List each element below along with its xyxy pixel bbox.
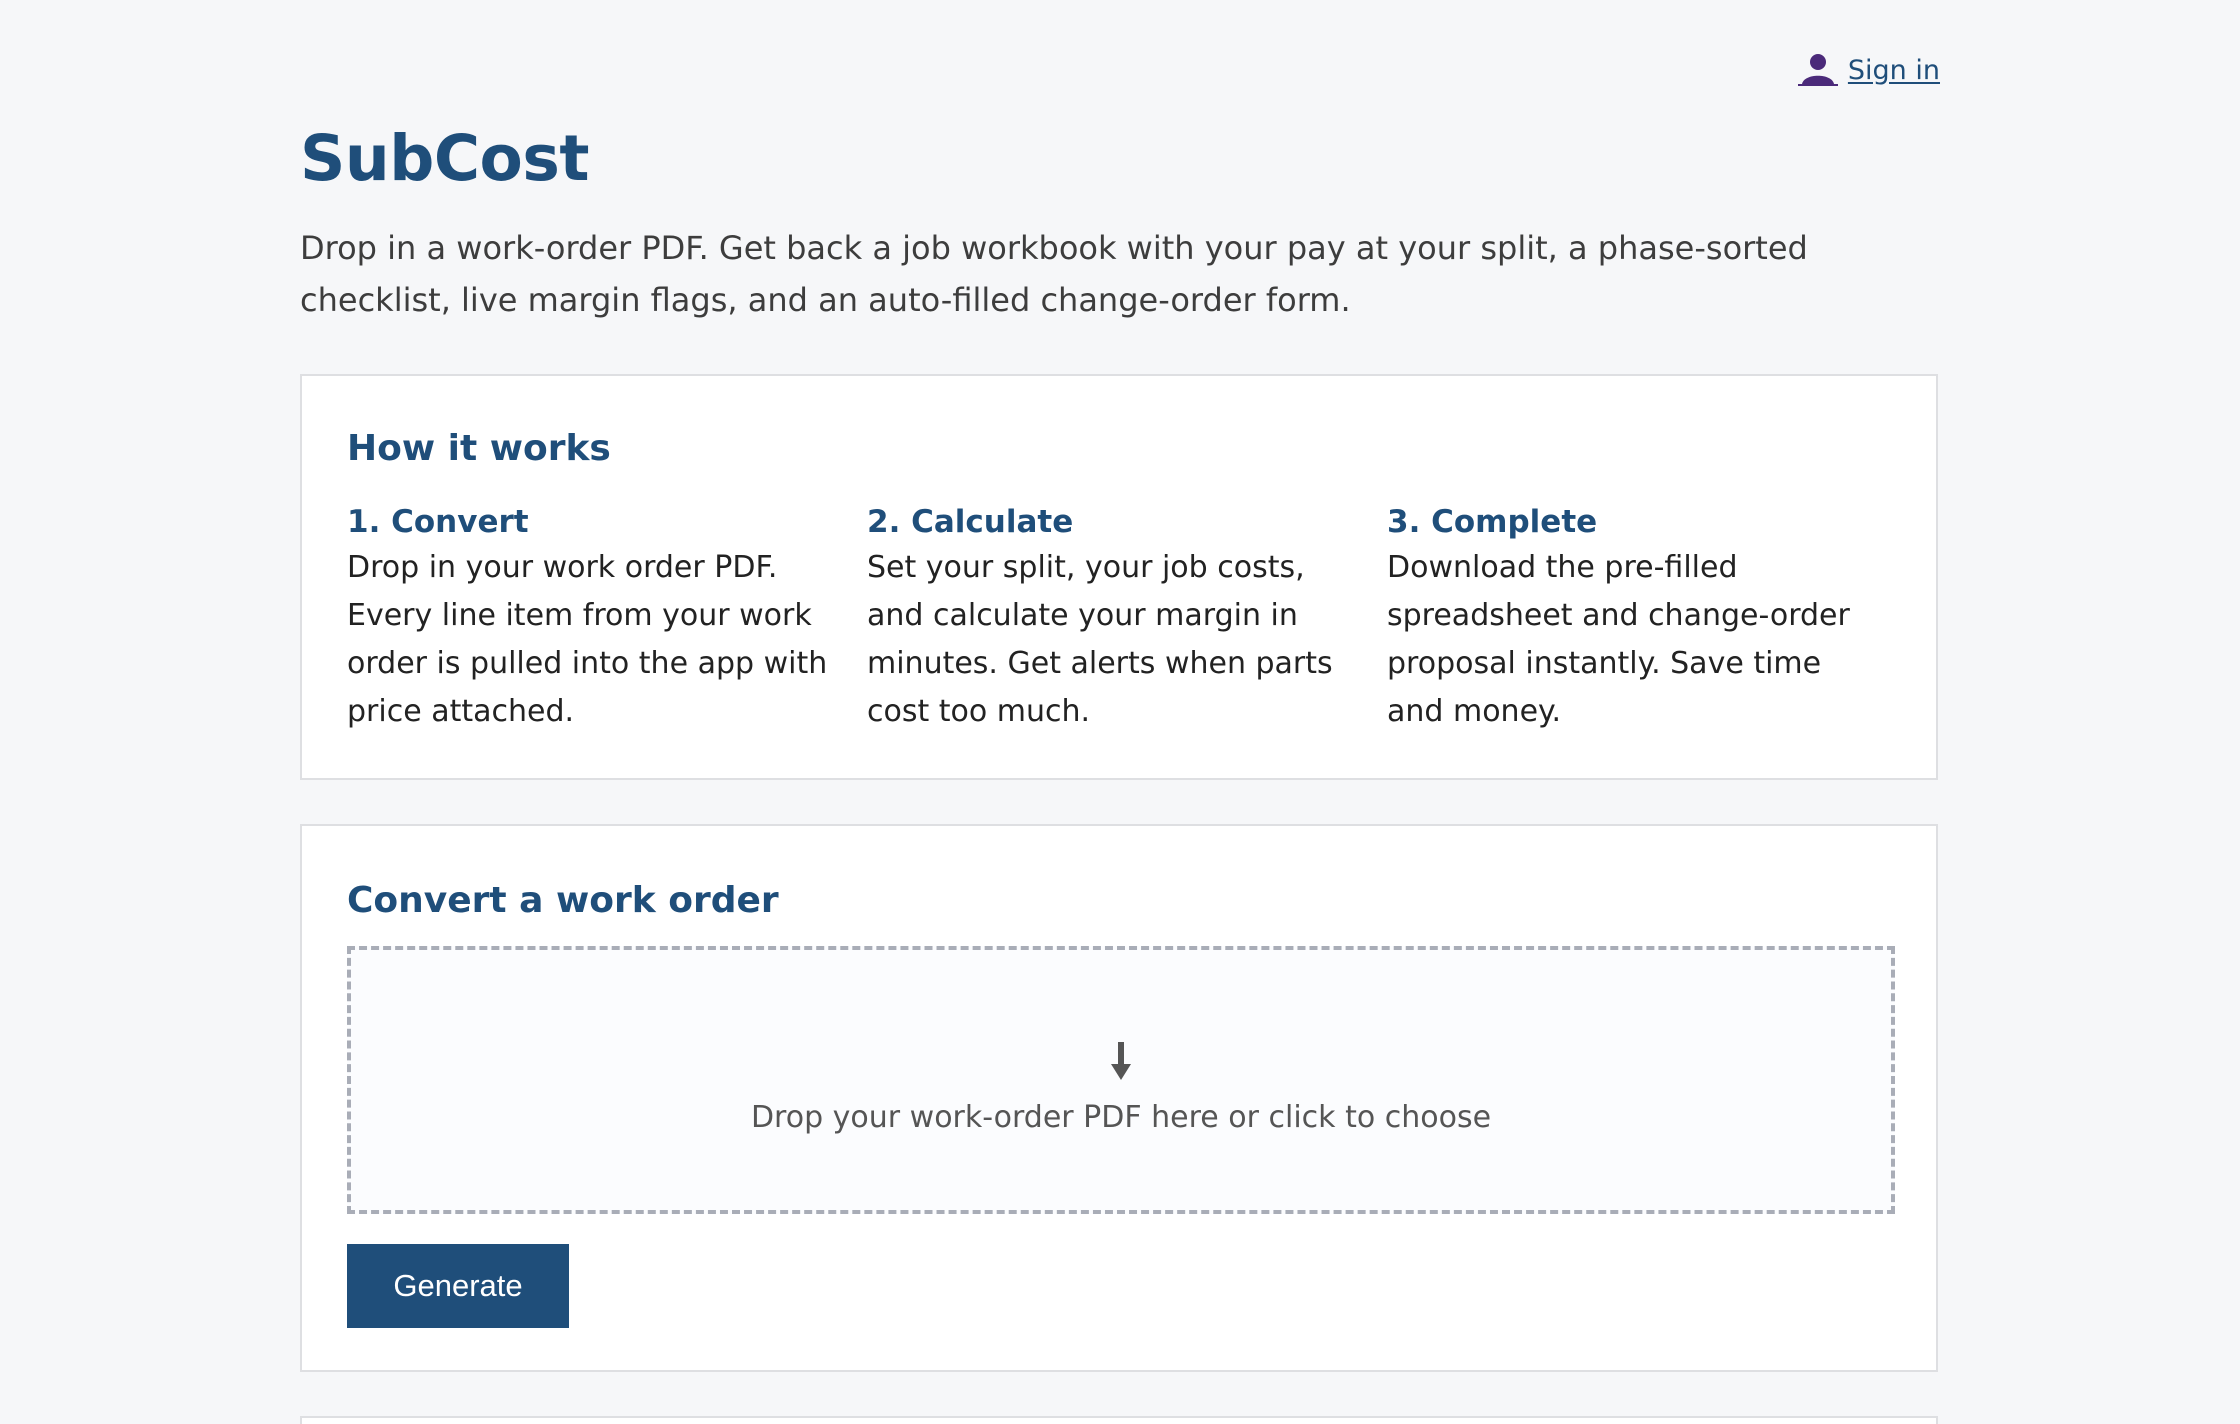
step-text: Drop in your work order PDF. Every line … <box>347 550 828 729</box>
how-it-works-heading: How it works <box>347 428 611 469</box>
step-text: Set your split, your job costs, and calc… <box>867 550 1333 729</box>
step-title: 1. Convert <box>347 504 529 540</box>
step-title: 3. Complete <box>1387 504 1598 540</box>
app-tagline: Drop in a work-order PDF. Get back a job… <box>300 229 1808 319</box>
user-icon <box>1794 52 1842 88</box>
page: Sign in SubCost Drop in a work-order PDF… <box>0 0 2240 1424</box>
convert-heading: Convert a work order <box>347 880 779 921</box>
pdf-dropzone[interactable]: Drop your work-order PDF here or click t… <box>347 946 1895 1214</box>
how-it-works-card: How it works 1. Convert Drop in your wor… <box>300 374 1938 780</box>
step-title: 2. Calculate <box>867 504 1074 540</box>
dropzone-text: Drop your work-order PDF here or click t… <box>750 1100 1492 1135</box>
convert-card: Convert a work order Drop your work-orde… <box>300 824 1938 1372</box>
sign-in-label: Sign in <box>1847 54 1940 86</box>
app-title: SubCost <box>300 122 589 195</box>
step-complete: 3. Complete Download the pre-filled spre… <box>1387 500 1907 736</box>
step-calculate: 2. Calculate Set your split, your job co… <box>867 500 1387 736</box>
next-card <box>300 1416 1938 1424</box>
generate-button[interactable]: Generate <box>347 1244 569 1328</box>
step-text: Download the pre-filled spreadsheet and … <box>1387 550 1850 729</box>
step-convert: 1. Convert Drop in your work order PDF. … <box>347 500 867 736</box>
steps-list: 1. Convert Drop in your work order PDF. … <box>347 500 1907 736</box>
download-arrow-icon <box>1109 1042 1133 1086</box>
sign-in-link[interactable]: Sign in <box>1794 52 1940 88</box>
